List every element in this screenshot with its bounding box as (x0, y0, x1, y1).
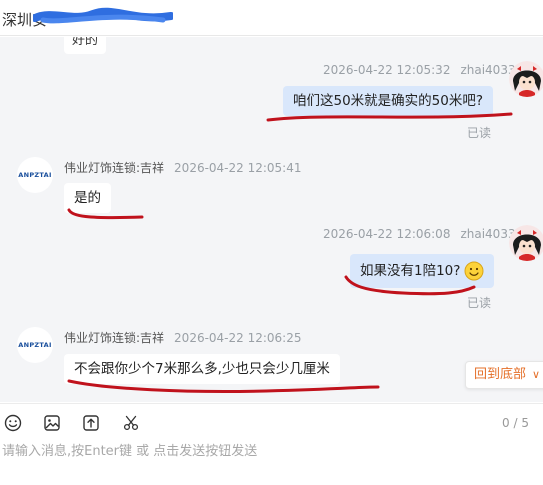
read-status: 已读 (467, 296, 492, 310)
sender-name: 伟业灯饰连锁:吉祥 (64, 161, 165, 175)
message-meta: 2026-04-22 12:05:32 zhai4033a (323, 63, 523, 77)
chat-header: 深圳安 (0, 0, 543, 36)
redaction-scribble (33, 7, 173, 24)
upload-button[interactable] (80, 412, 102, 434)
user-avatar[interactable] (509, 61, 543, 97)
back-to-bottom-button[interactable]: 回到底部 ∨ (465, 361, 543, 389)
brand-logo-text: ANPZTAI (18, 171, 52, 179)
back-to-bottom-label: 回到底部 (474, 367, 527, 382)
cartoon-avatar-icon (509, 61, 543, 97)
emoji-icon (4, 414, 22, 432)
timestamp: 2026-04-22 12:06:08 (323, 227, 451, 241)
message-input-area (0, 439, 543, 485)
timestamp: 2026-04-22 12:05:32 (323, 63, 451, 77)
partial-message-bubble: 好的 (64, 37, 107, 54)
chevron-down-icon: ∨ (532, 368, 541, 381)
message-meta: 伟业灯饰连锁:吉祥 2026-04-22 12:05:41 (64, 159, 302, 176)
char-count: 0 / 5 (502, 416, 529, 430)
message-bubble-incoming[interactable]: 是的 (64, 183, 111, 213)
sender-name: 伟业灯饰连锁:吉祥 (64, 331, 165, 345)
image-button[interactable] (41, 412, 63, 434)
message-meta: 伟业灯饰连锁:吉祥 2026-04-22 12:06:25 (64, 329, 302, 346)
image-icon (44, 415, 60, 431)
message-meta: 2026-04-22 12:06:08 zhai4033a (323, 227, 523, 241)
message-input[interactable] (0, 439, 543, 485)
smile-emoji-icon (464, 261, 484, 281)
emoji-button[interactable] (2, 412, 24, 434)
shop-avatar[interactable]: ANPZTAI (17, 327, 53, 363)
shop-avatar[interactable]: ANPZTAI (17, 157, 53, 193)
scissors-icon (123, 415, 139, 431)
timestamp: 2026-04-22 12:06:25 (174, 331, 302, 345)
timestamp: 2026-04-22 12:05:41 (174, 161, 302, 175)
message-bubble-incoming[interactable]: 不会跟你少个7米那么多,少也只会少几厘米 (64, 354, 340, 384)
brand-logo-text: ANPZTAI (18, 341, 52, 349)
message-bubble-outgoing[interactable]: 咱们这50米就是确实的50米吧? (283, 86, 494, 116)
screenshot-button[interactable] (120, 412, 142, 434)
composer-toolbar: 0 / 5 (0, 403, 543, 439)
upload-icon (83, 415, 99, 431)
message-text: 如果没有1陪10? (360, 263, 461, 279)
cartoon-avatar-icon (509, 225, 543, 261)
read-status: 已读 (467, 126, 492, 140)
message-list[interactable]: 好的 2026-04-22 12:05:32 zhai4033a 咱们这50米就是… (0, 37, 543, 402)
user-avatar[interactable] (509, 225, 543, 261)
message-bubble-outgoing[interactable]: 如果没有1陪10? (350, 254, 495, 288)
